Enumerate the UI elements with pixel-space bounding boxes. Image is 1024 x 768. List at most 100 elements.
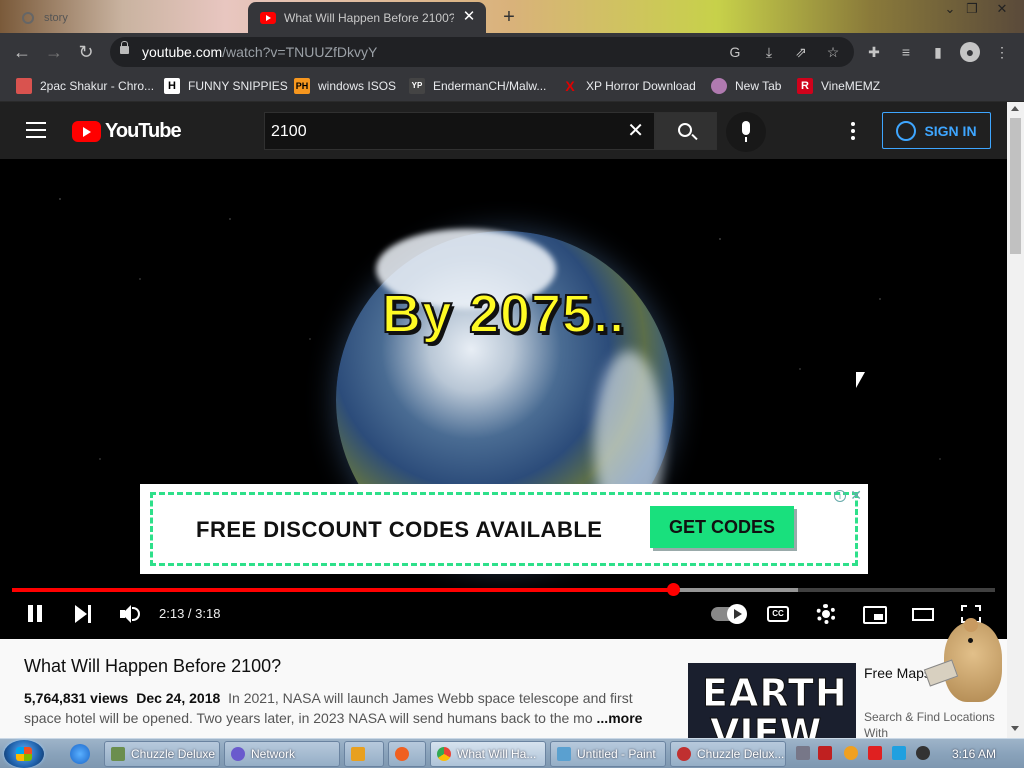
- scrubber-handle[interactable]: [666, 583, 680, 596]
- recommended-thumbnail[interactable]: EARTH VIEW: [688, 663, 856, 738]
- youtube-masthead: YouTube 2100 ✕ SIGN IN: [0, 102, 1007, 159]
- tab-history[interactable]: story: [0, 4, 240, 33]
- restore-window-button[interactable]: ❐: [960, 2, 984, 18]
- bookmark-label: New Tab: [735, 79, 782, 93]
- thumbnail-text: VIEW: [709, 711, 822, 739]
- youtube-favicon-icon: [260, 12, 276, 24]
- new-tab-button[interactable]: +: [498, 6, 520, 28]
- time-display: 2:13 / 3:18: [159, 606, 221, 621]
- share-icon[interactable]: ⇗: [792, 43, 810, 61]
- ad-close-icon[interactable]: ✕: [850, 487, 862, 504]
- media-queue-icon[interactable]: ≡: [896, 42, 916, 62]
- internet-explorer-icon[interactable]: [70, 744, 90, 764]
- thumbnail-text: EARTH: [702, 671, 848, 716]
- sign-in-button[interactable]: SIGN IN: [882, 112, 991, 149]
- start-button[interactable]: [4, 740, 44, 768]
- video-player[interactable]: By 2075.. FREE DISCOUNT CODES AVAILABLE …: [0, 159, 1007, 639]
- bookmark-2pac[interactable]: 2pac Shakur - Chro...: [16, 77, 154, 95]
- ad-info-icon[interactable]: i: [834, 490, 846, 502]
- history-icon: [22, 12, 34, 24]
- tray-monitor-icon[interactable]: [892, 746, 906, 760]
- reload-button[interactable]: ↻: [74, 41, 98, 63]
- google-lens-icon[interactable]: G: [726, 43, 744, 61]
- taskbar-item-wmp[interactable]: [388, 741, 426, 767]
- scrollbar-thumb[interactable]: [1010, 118, 1021, 254]
- taskbar-item-paint[interactable]: Untitled - Paint: [550, 741, 666, 767]
- youtube-wordmark: YouTube: [105, 120, 182, 142]
- taskbar-item-chrome[interactable]: What Will Ha...: [430, 741, 546, 767]
- profile-avatar-icon[interactable]: ●: [960, 42, 980, 62]
- search-icon: [678, 123, 692, 137]
- taskbar-item-network[interactable]: Network: [224, 741, 340, 767]
- bookmark-star-icon[interactable]: ☆: [824, 43, 842, 61]
- settings-gear-icon[interactable]: [816, 604, 836, 624]
- bookmark-endermanch[interactable]: YP EndermanCH/Malw...: [409, 77, 546, 95]
- chrome-menu-icon[interactable]: ⋮: [992, 42, 1012, 62]
- tab-youtube-video[interactable]: What Will Happen Before 2100? ✕: [248, 2, 486, 33]
- youtube-play-icon: [72, 121, 101, 142]
- wmp-icon: [395, 747, 409, 761]
- close-tab-icon[interactable]: ✕: [460, 8, 478, 26]
- bookmark-funny-snippies[interactable]: H FUNNY SNIPPIES: [164, 77, 288, 95]
- lock-icon: [120, 41, 129, 54]
- install-app-icon[interactable]: ⤓: [760, 43, 778, 61]
- youtube-logo[interactable]: YouTube: [72, 120, 182, 143]
- taskbar-item-chuzzle[interactable]: Chuzzle Deluxe: [104, 741, 220, 767]
- bookmark-xp-horror[interactable]: X XP Horror Download: [562, 77, 696, 95]
- tray-flag-icon[interactable]: [868, 746, 882, 760]
- back-button[interactable]: ←: [10, 41, 34, 63]
- bookmark-windows-isos[interactable]: PH windows ISOS: [294, 77, 396, 95]
- chuzzle-icon: [677, 747, 691, 761]
- voice-search-button[interactable]: [726, 112, 766, 152]
- paint-icon: [16, 78, 32, 94]
- system-clock[interactable]: 3:16 AM: [952, 747, 996, 761]
- side-panel-icon[interactable]: ▮: [928, 42, 948, 62]
- taskbar-item-chuzzle-2[interactable]: Chuzzle Delux...: [670, 741, 786, 767]
- mouse-cursor-icon: [856, 372, 865, 388]
- clear-search-icon[interactable]: ✕: [627, 120, 644, 142]
- page-scrollbar[interactable]: [1007, 102, 1024, 738]
- tray-antivirus-icon[interactable]: [818, 746, 832, 760]
- view-count: 5,764,831 views: [24, 690, 129, 706]
- volume-button[interactable]: [118, 603, 142, 625]
- ad-cta-button[interactable]: GET CODES: [650, 506, 794, 548]
- chevron-down-icon[interactable]: ⌄: [938, 2, 962, 18]
- settings-menu-icon[interactable]: [851, 122, 857, 140]
- miniplayer-button[interactable]: [863, 606, 887, 624]
- media-player-icon: [351, 747, 365, 761]
- tray-search-icon[interactable]: [844, 746, 858, 760]
- search-input[interactable]: 2100 ✕: [264, 112, 655, 150]
- guide-menu-icon[interactable]: [26, 122, 46, 138]
- network-icon: [231, 747, 245, 761]
- tray-app-icon[interactable]: [796, 746, 810, 760]
- bookmark-new-tab[interactable]: New Tab: [711, 77, 781, 95]
- bookmarks-bar: 2pac Shakur - Chro... H FUNNY SNIPPIES P…: [0, 71, 1024, 102]
- scroll-down-icon[interactable]: [1011, 726, 1019, 731]
- browser-toolbar: ← → ↻ youtube.com/watch?v=TNUUZfDkvyY G …: [0, 33, 1024, 71]
- bookmark-vinememz[interactable]: R VineMEMZ: [797, 77, 880, 95]
- overlay-ad[interactable]: FREE DISCOUNT CODES AVAILABLE GET CODES …: [140, 484, 868, 574]
- publish-date: Dec 24, 2018: [136, 690, 221, 706]
- video-description[interactable]: 5,764,831 views Dec 24, 2018 In 2021, NA…: [24, 688, 654, 728]
- progress-bar[interactable]: [12, 583, 995, 596]
- address-bar[interactable]: youtube.com/watch?v=TNUUZfDkvyY G ⤓ ⇗ ☆: [110, 37, 854, 67]
- bookmark-label: EndermanCH/Malw...: [433, 79, 547, 93]
- r-icon: R: [797, 78, 813, 94]
- bookmark-label: FUNNY SNIPPIES: [188, 79, 288, 93]
- autoplay-toggle[interactable]: [711, 604, 747, 624]
- windows-taskbar: Chuzzle Deluxe Network What Will Ha... U…: [0, 738, 1024, 768]
- scroll-up-icon[interactable]: [1011, 106, 1019, 111]
- url-text: youtube.com/watch?v=TNUUZfDkvyY: [142, 44, 378, 60]
- taskbar-item-media[interactable]: [344, 741, 384, 767]
- show-more-link[interactable]: ...more: [597, 710, 643, 726]
- extensions-icon[interactable]: ✚: [864, 42, 884, 62]
- next-button[interactable]: [72, 603, 96, 625]
- forward-button[interactable]: →: [42, 41, 66, 63]
- search-button[interactable]: [655, 112, 717, 150]
- tab-title: What Will Happen Before 2100?: [284, 11, 454, 25]
- pause-button[interactable]: [26, 603, 50, 625]
- close-window-button[interactable]: ✕: [990, 2, 1014, 18]
- tray-volume-icon[interactable]: [916, 746, 930, 760]
- tab-history-label: story: [44, 12, 68, 24]
- subtitles-button[interactable]: CC: [767, 606, 789, 622]
